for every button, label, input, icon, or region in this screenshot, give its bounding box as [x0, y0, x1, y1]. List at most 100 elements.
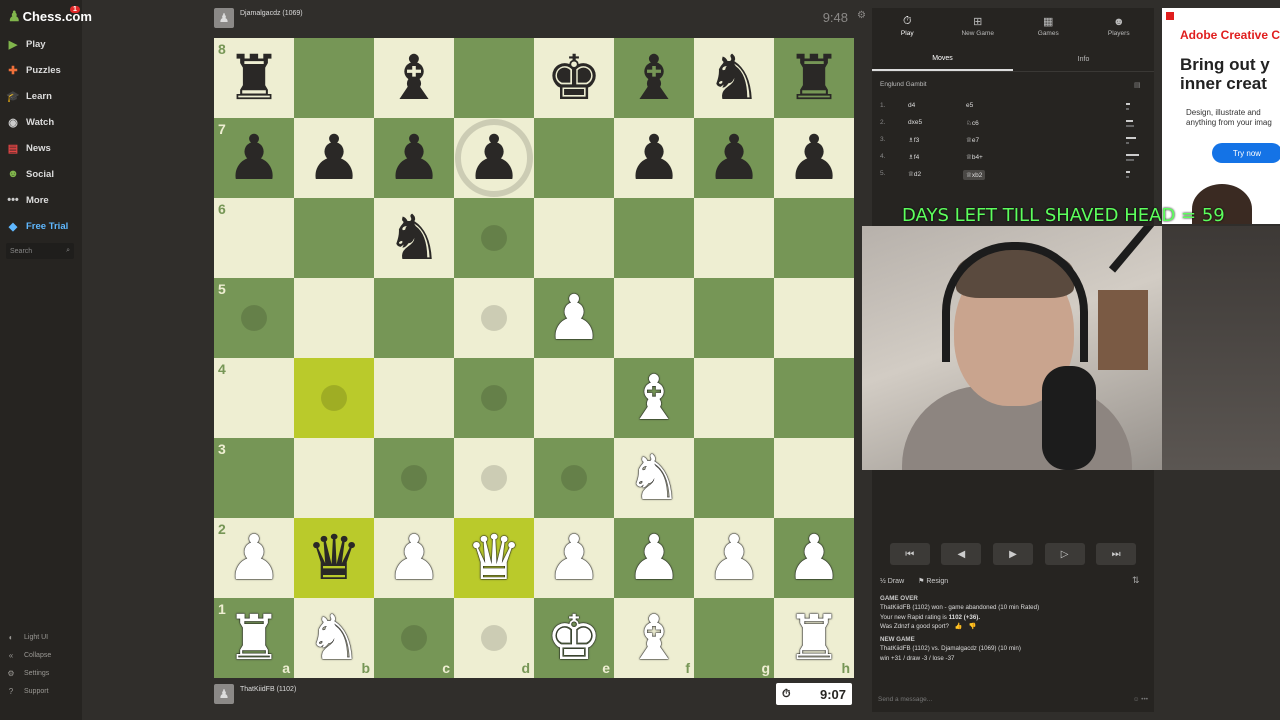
- white-move[interactable]: ♗f4: [908, 153, 919, 161]
- square-h8[interactable]: ♜: [774, 38, 854, 118]
- black-king-icon[interactable]: ♚: [546, 47, 602, 109]
- search-input[interactable]: Search ⌕: [6, 243, 74, 259]
- square-b1[interactable]: b ♞: [294, 598, 374, 678]
- chess-board[interactable]: 8 ♜ ♝ ♚ ♝ ♞ ♜ 7 ♟ ♟ ♟ ♟ ♟ ♟ ♟ 6 ♞ 5 ♟ 4 ♝ 3 ♞ 2 ♟ ♛ ♟ ♛ ♟ ♟ ♟ ♟ 1 a ♜ b ♞ c d e…: [214, 38, 854, 678]
- square-c5[interactable]: [374, 278, 454, 358]
- thumbs-down-icon[interactable]: 👎: [969, 622, 977, 631]
- white-pawn-icon[interactable]: ♟: [546, 287, 602, 349]
- square-d6[interactable]: [454, 198, 534, 278]
- tab-players[interactable]: ☻ Players: [1084, 8, 1155, 44]
- square-e3[interactable]: [534, 438, 614, 518]
- square-b7[interactable]: ♟: [294, 118, 374, 198]
- square-e1[interactable]: e ♚: [534, 598, 614, 678]
- square-b6[interactable]: [294, 198, 374, 278]
- black-rook-icon[interactable]: ♜: [226, 47, 282, 109]
- square-h4[interactable]: [774, 358, 854, 438]
- square-b8[interactable]: [294, 38, 374, 118]
- capture-hint-ring[interactable]: [455, 119, 533, 197]
- square-h2[interactable]: ♟: [774, 518, 854, 598]
- black-pawn-icon[interactable]: ♟: [626, 127, 682, 189]
- black-pawn-icon[interactable]: ♟: [786, 127, 842, 189]
- sidebar-item-more[interactable]: ••• More: [6, 190, 48, 210]
- top-player-avatar[interactable]: ♟: [214, 8, 234, 28]
- square-e4[interactable]: [534, 358, 614, 438]
- square-g5[interactable]: [694, 278, 774, 358]
- white-pawn-icon[interactable]: ♟: [626, 527, 682, 589]
- black-move[interactable]: ♕e7: [966, 136, 979, 144]
- legal-move-dot[interactable]: [321, 385, 347, 411]
- last-move-button[interactable]: ⏭: [1096, 543, 1137, 565]
- square-d1[interactable]: d: [454, 598, 534, 678]
- legal-move-dot[interactable]: [481, 385, 507, 411]
- square-c3[interactable]: [374, 438, 454, 518]
- black-pawn-icon[interactable]: ♟: [306, 127, 362, 189]
- white-move[interactable]: ♕d2: [908, 170, 921, 178]
- square-c6[interactable]: ♞: [374, 198, 454, 278]
- notification-badge[interactable]: 1: [70, 6, 80, 13]
- white-pawn-icon[interactable]: ♟: [706, 527, 762, 589]
- sidebar-item-free-trial[interactable]: ◆ Free Trial: [6, 216, 68, 236]
- square-a1[interactable]: 1 a ♜: [214, 598, 294, 678]
- sidebar-bottom-settings[interactable]: ⚙ Settings: [6, 668, 49, 678]
- black-bishop-icon[interactable]: ♝: [386, 47, 442, 109]
- flip-board-icon[interactable]: ⇅: [1132, 575, 1140, 586]
- white-bishop-icon[interactable]: ♝: [626, 367, 682, 429]
- emoji-icon[interactable]: ☺: [1133, 696, 1140, 703]
- more-options-icon[interactable]: •••: [1141, 696, 1148, 703]
- square-a3[interactable]: 3: [214, 438, 294, 518]
- square-b4[interactable]: [294, 358, 374, 438]
- sidebar-item-news[interactable]: ▤ News: [6, 138, 51, 158]
- sidebar-bottom-support[interactable]: ? Support: [6, 686, 49, 696]
- square-e5[interactable]: ♟: [534, 278, 614, 358]
- black-move[interactable]: e5: [966, 102, 973, 109]
- resign-button[interactable]: ⚑ Resign: [918, 577, 948, 585]
- square-e7[interactable]: [534, 118, 614, 198]
- white-queen-icon[interactable]: ♛: [466, 527, 522, 589]
- chesscom-logo[interactable]: ♟ Chess.com 1: [8, 6, 92, 25]
- square-h1[interactable]: h ♜: [774, 598, 854, 678]
- legal-move-dot[interactable]: [481, 225, 507, 251]
- sidebar-bottom-light-ui[interactable]: ◐ Light UI: [6, 632, 49, 642]
- black-move[interactable]: ♘c6: [966, 119, 979, 127]
- bottom-player-avatar[interactable]: ♟: [214, 684, 234, 704]
- subtab-moves[interactable]: Moves: [872, 48, 1013, 71]
- white-rook-icon[interactable]: ♜: [226, 607, 282, 669]
- tab-new-game[interactable]: ⊞ New Game: [943, 8, 1014, 44]
- white-pawn-icon[interactable]: ♟: [386, 527, 442, 589]
- square-f3[interactable]: ♞: [614, 438, 694, 518]
- square-b3[interactable]: [294, 438, 374, 518]
- square-c1[interactable]: c: [374, 598, 454, 678]
- board-settings-icon[interactable]: ⚙: [857, 10, 866, 21]
- square-a8[interactable]: 8 ♜: [214, 38, 294, 118]
- legal-move-dot[interactable]: [481, 305, 507, 331]
- square-e8[interactable]: ♚: [534, 38, 614, 118]
- legal-move-dot[interactable]: [481, 625, 507, 651]
- black-pawn-icon[interactable]: ♟: [706, 127, 762, 189]
- square-a4[interactable]: 4: [214, 358, 294, 438]
- sidebar-item-play[interactable]: ▶ Play: [6, 34, 46, 54]
- square-d5[interactable]: [454, 278, 534, 358]
- square-d7[interactable]: ♟: [454, 118, 534, 198]
- tab-games[interactable]: ▦ Games: [1013, 8, 1084, 44]
- square-g8[interactable]: ♞: [694, 38, 774, 118]
- legal-move-dot[interactable]: [481, 465, 507, 491]
- square-d8[interactable]: [454, 38, 534, 118]
- thumbs-up-icon[interactable]: 👍: [955, 622, 963, 631]
- white-king-icon[interactable]: ♚: [546, 607, 602, 669]
- square-f1[interactable]: f ♝: [614, 598, 694, 678]
- sidebar-item-watch[interactable]: ◉ Watch: [6, 112, 54, 132]
- square-g3[interactable]: [694, 438, 774, 518]
- subtab-info[interactable]: Info: [1013, 48, 1154, 71]
- square-b2[interactable]: ♛: [294, 518, 374, 598]
- square-a2[interactable]: 2 ♟: [214, 518, 294, 598]
- black-move[interactable]: ♕b4+: [966, 153, 983, 161]
- legal-move-dot[interactable]: [401, 625, 427, 651]
- black-knight-icon[interactable]: ♞: [706, 47, 762, 109]
- white-pawn-icon[interactable]: ♟: [786, 527, 842, 589]
- legal-move-dot[interactable]: [561, 465, 587, 491]
- square-h7[interactable]: ♟: [774, 118, 854, 198]
- square-b5[interactable]: [294, 278, 374, 358]
- square-a6[interactable]: 6: [214, 198, 294, 278]
- white-pawn-icon[interactable]: ♟: [226, 527, 282, 589]
- square-g4[interactable]: [694, 358, 774, 438]
